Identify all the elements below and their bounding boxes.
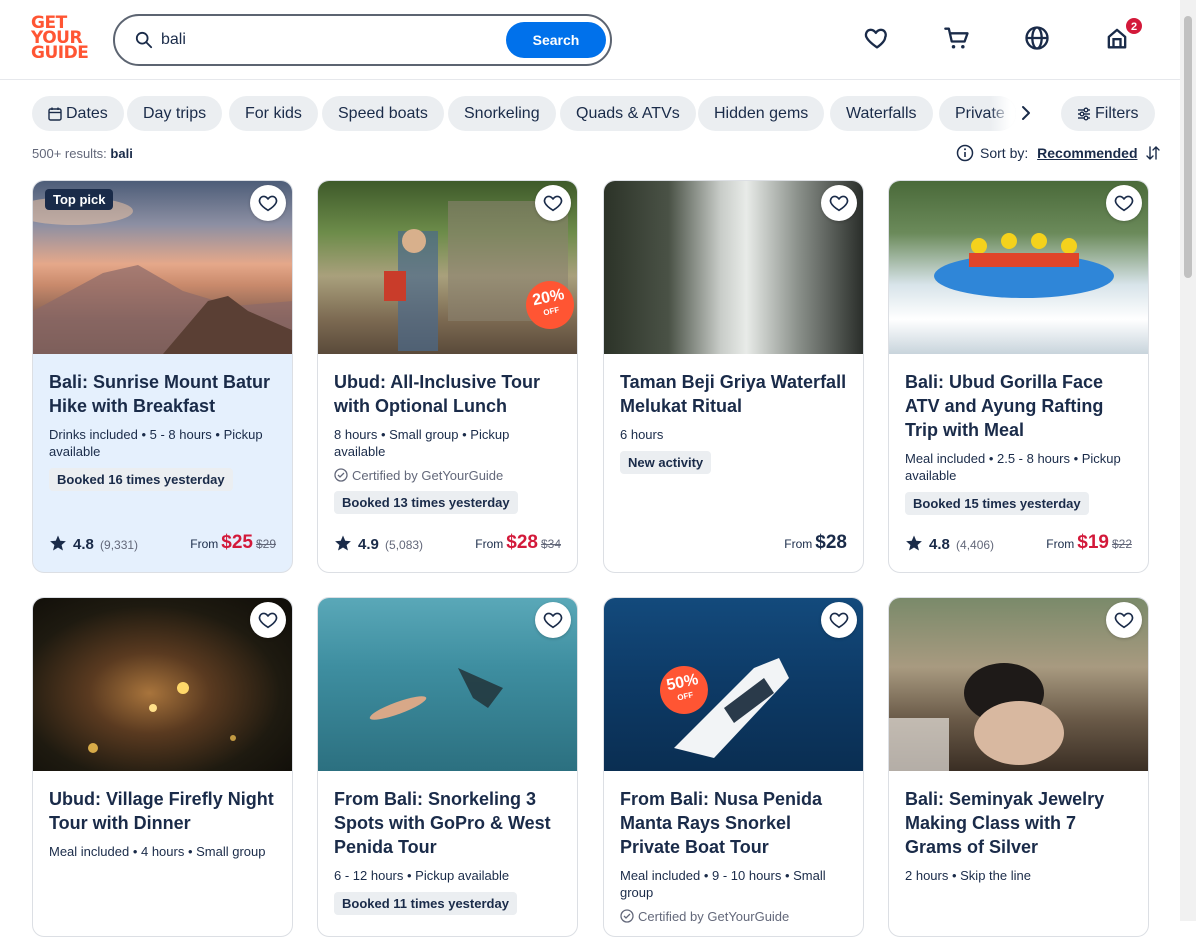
- activity-meta: Drinks included • 5 - 8 hours • Pickup a…: [49, 427, 263, 459]
- heart-icon: [1114, 195, 1134, 212]
- price: From $19 $22: [1046, 532, 1132, 553]
- activity-image: 20% OFF: [318, 181, 577, 354]
- activity-title[interactable]: Ubud: All-Inclusive Tour with Optional L…: [334, 370, 561, 418]
- activity-image: [318, 598, 577, 771]
- cart-icon[interactable]: [943, 24, 971, 52]
- star-icon: [906, 535, 922, 551]
- activity-card[interactable]: 50% OFF From Bali: Nusa Penida Manta Rays…: [603, 597, 864, 937]
- check-badge-icon: [334, 468, 348, 482]
- activity-card[interactable]: From Bali: Snorkeling 3 Spots with GoPro…: [317, 597, 578, 937]
- activity-image: 50% OFF: [604, 598, 863, 771]
- activity-title[interactable]: Bali: Ubud Gorilla Face ATV and Ayung Ra…: [905, 370, 1132, 442]
- wishlist-button[interactable]: [250, 185, 286, 221]
- wishlist-button[interactable]: [1106, 185, 1142, 221]
- calendar-icon: [48, 107, 62, 121]
- wishlist-button[interactable]: [535, 185, 571, 221]
- activity-title[interactable]: From Bali: Nusa Penida Manta Rays Snorke…: [620, 787, 847, 859]
- top-header: GET YOUR GUIDE Search 2: [0, 0, 1180, 80]
- wishlist-button[interactable]: [535, 602, 571, 638]
- top-pick-badge: Top pick: [45, 189, 114, 210]
- new-activity-badge: New activity: [620, 451, 712, 474]
- wishlist-button[interactable]: [821, 185, 857, 221]
- heart-icon: [1114, 612, 1134, 629]
- search-icon: [135, 31, 153, 49]
- price: From $28: [784, 532, 847, 553]
- certified-label: Certified by GetYourGuide: [620, 909, 847, 924]
- activity-meta: Meal included • 9 - 10 hours • Small gro…: [620, 868, 826, 900]
- sort-value[interactable]: Recommended: [1037, 145, 1137, 161]
- heart-icon: [829, 195, 849, 212]
- wishlist-button[interactable]: [1106, 602, 1142, 638]
- activity-meta: 6 hours: [620, 427, 664, 442]
- heart-icon: [258, 195, 278, 212]
- activity-meta: 8 hours • Small group • Pickup available: [334, 427, 510, 459]
- star-icon: [335, 535, 351, 551]
- activity-image: [889, 598, 1148, 771]
- filter-chips: Dates Day trips For kids Speed boats Sno…: [32, 96, 1155, 132]
- activity-card[interactable]: Top pick Bali: Sunrise Mount Batur Hike …: [32, 180, 293, 573]
- chip-day-trips[interactable]: Day trips: [127, 96, 223, 131]
- chip-snorkeling[interactable]: Snorkeling: [448, 96, 556, 131]
- rating: 4.8 (9,331): [49, 534, 138, 553]
- activity-card[interactable]: 20% OFF Ubud: All-Inclusive Tour with Opt…: [317, 180, 578, 573]
- activity-card[interactable]: Bali: Ubud Gorilla Face ATV and Ayung Ra…: [888, 180, 1149, 573]
- activity-title[interactable]: Taman Beji Griya Waterfall Melukat Ritua…: [620, 370, 847, 418]
- cart-count-badge: 2: [1125, 17, 1143, 35]
- chip-dates[interactable]: Dates: [32, 96, 124, 131]
- activity-card[interactable]: Taman Beji Griya Waterfall Melukat Ritua…: [603, 180, 864, 573]
- heart-icon: [543, 612, 563, 629]
- page-scrollbar[interactable]: [1180, 0, 1196, 921]
- activity-image: [889, 181, 1148, 354]
- activity-meta: Meal included • 2.5 - 8 hours • Pickup a…: [905, 451, 1121, 483]
- rating: 4.9 (5,083): [334, 534, 423, 553]
- price: From $28 $34: [475, 532, 561, 553]
- info-icon[interactable]: [956, 144, 974, 162]
- booked-badge: Booked 11 times yesterday: [334, 892, 517, 915]
- search-input[interactable]: [161, 28, 501, 52]
- sort-control[interactable]: Sort by: Recommended: [956, 144, 1161, 162]
- heart-icon: [258, 612, 278, 629]
- wishlist-button[interactable]: [250, 602, 286, 638]
- sort-arrows-icon: [1146, 146, 1161, 160]
- chip-waterfalls[interactable]: Waterfalls: [830, 96, 933, 131]
- activity-image: [33, 598, 292, 771]
- price: From $25 $29: [190, 532, 276, 553]
- activity-title[interactable]: Bali: Seminyak Jewelry Making Class with…: [905, 787, 1132, 859]
- certified-label: Certified by GetYourGuide: [334, 468, 561, 483]
- results-count: 500+ results: bali: [32, 146, 133, 161]
- activity-meta: Meal included • 4 hours • Small group: [49, 844, 266, 859]
- star-icon: [50, 535, 66, 551]
- getyourguide-logo[interactable]: GET YOUR GUIDE: [31, 15, 91, 64]
- search-button[interactable]: Search: [506, 22, 606, 58]
- filters-button[interactable]: Filters: [1061, 96, 1155, 131]
- activity-title[interactable]: Ubud: Village Firefly Night Tour with Di…: [49, 787, 276, 835]
- sliders-icon: [1078, 107, 1090, 121]
- wishlist-heart-icon[interactable]: [863, 24, 891, 52]
- chip-speed-boats[interactable]: Speed boats: [322, 96, 444, 131]
- rating: 4.8 (4,406): [905, 534, 994, 553]
- activity-card[interactable]: Ubud: Village Firefly Night Tour with Di…: [32, 597, 293, 937]
- chip-private[interactable]: Private: [939, 96, 1016, 131]
- activity-card[interactable]: Bali: Seminyak Jewelry Making Class with…: [888, 597, 1149, 937]
- booked-badge: Booked 16 times yesterday: [49, 468, 233, 491]
- wishlist-button[interactable]: [821, 602, 857, 638]
- globe-icon[interactable]: [1023, 24, 1051, 52]
- search-bar: Search: [113, 14, 612, 66]
- heart-icon: [543, 195, 563, 212]
- activity-image: [604, 181, 863, 354]
- scrollbar-thumb[interactable]: [1184, 16, 1192, 278]
- activity-title[interactable]: Bali: Sunrise Mount Batur Hike with Brea…: [49, 370, 276, 418]
- chip-hidden-gems[interactable]: Hidden gems: [698, 96, 825, 131]
- activity-meta: 2 hours • Skip the line: [905, 868, 1031, 883]
- booked-badge: Booked 15 times yesterday: [905, 492, 1089, 515]
- chevron-right-icon[interactable]: [1018, 105, 1034, 121]
- chip-quads-atvs[interactable]: Quads & ATVs: [560, 96, 696, 131]
- heart-icon: [829, 612, 849, 629]
- chip-for-kids[interactable]: For kids: [229, 96, 318, 131]
- activity-meta: 6 - 12 hours • Pickup available: [334, 868, 510, 883]
- activity-image: Top pick: [33, 181, 292, 354]
- booked-badge: Booked 13 times yesterday: [334, 491, 518, 514]
- activity-title[interactable]: From Bali: Snorkeling 3 Spots with GoPro…: [334, 787, 561, 859]
